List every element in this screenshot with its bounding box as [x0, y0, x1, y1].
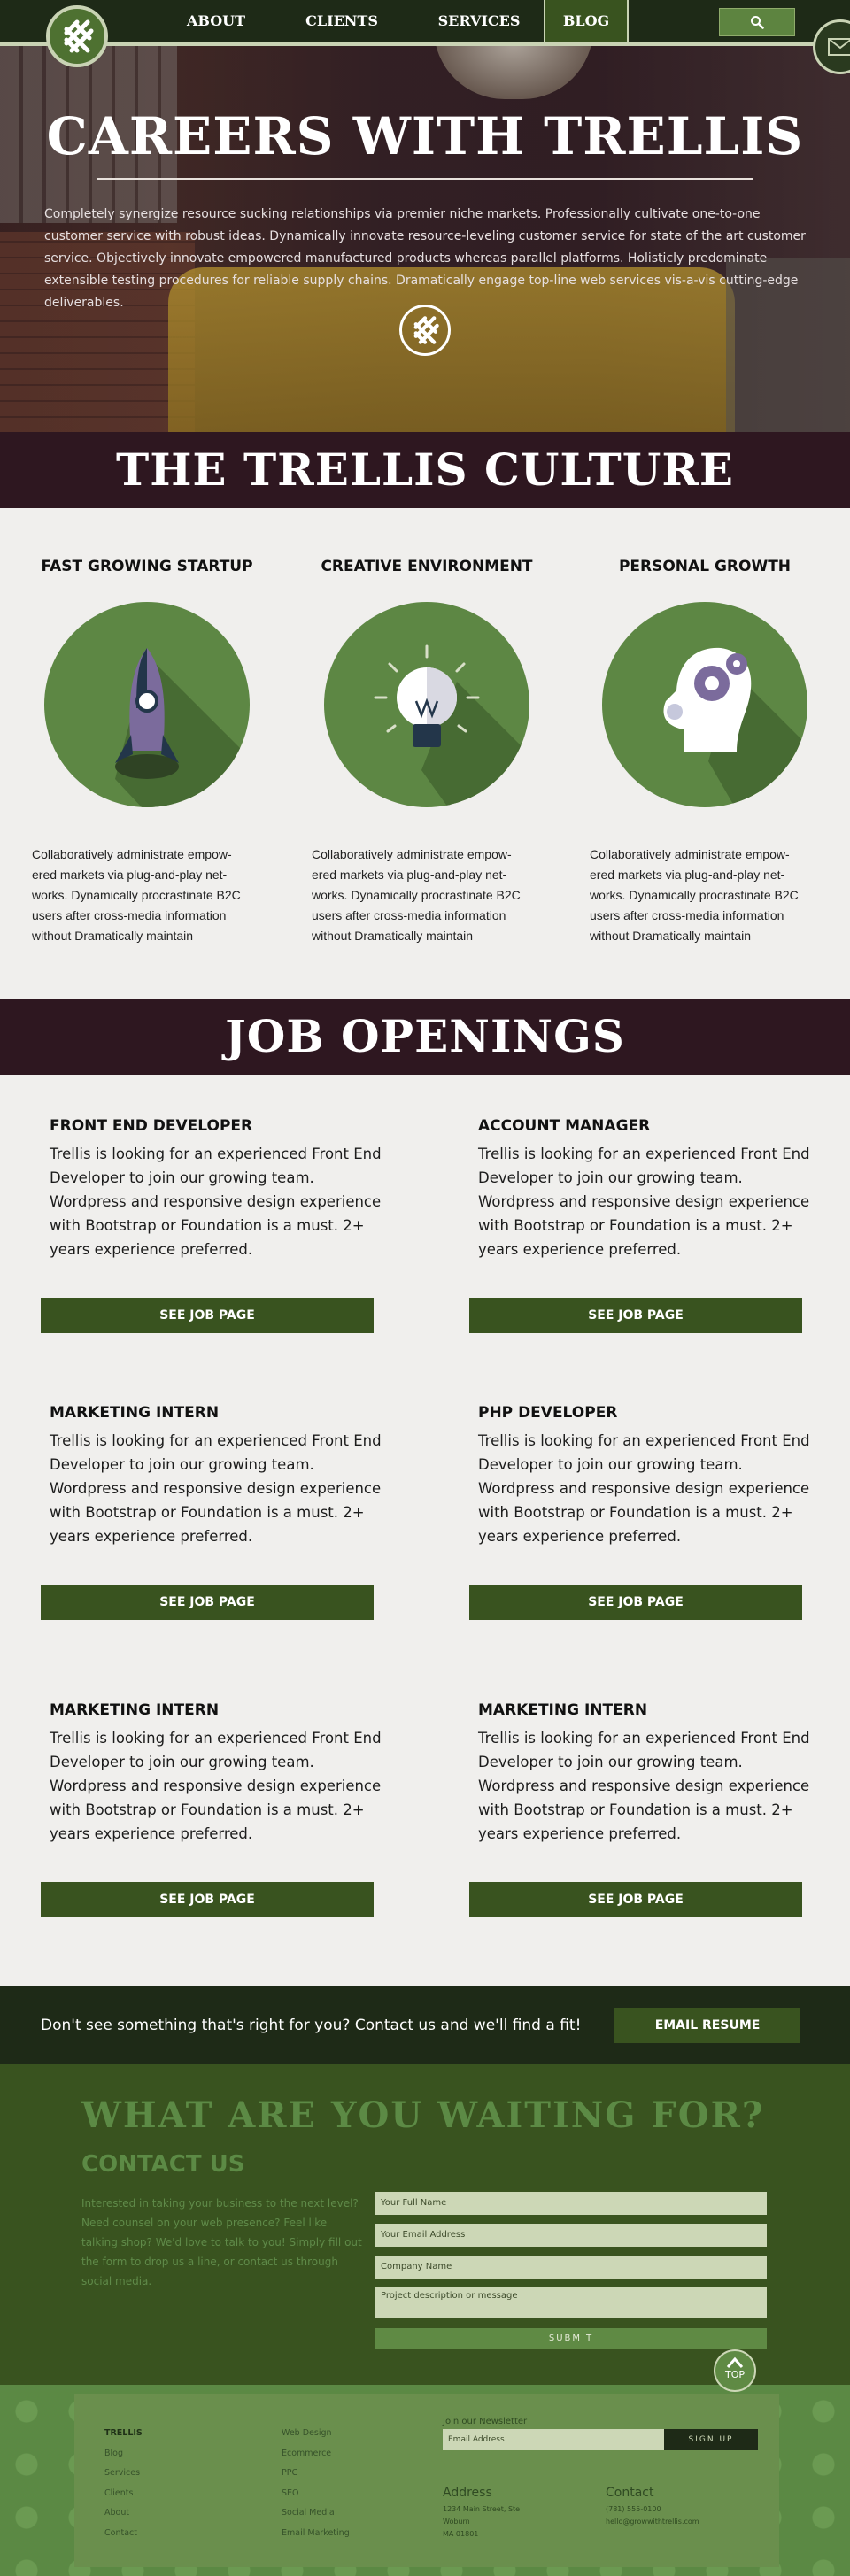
- nav-link-clients[interactable]: CLIENTS: [301, 0, 382, 42]
- nav-link-services[interactable]: SERVICES: [430, 0, 528, 42]
- trellis-logo[interactable]: [46, 5, 108, 67]
- newsletter-email-input[interactable]: Email Address: [443, 2429, 664, 2450]
- address-line: Woburn: [443, 2518, 470, 2526]
- envelope-icon: [828, 38, 850, 56]
- newsletter-signup-button[interactable]: SIGN UP: [664, 2429, 758, 2450]
- contact-email[interactable]: hello@growwithtrellis.com: [606, 2518, 699, 2526]
- footer-nav-list: TRELLIS Blog Services Clients About Cont…: [104, 2424, 143, 2543]
- see-job-page-button[interactable]: SEE JOB PAGE: [469, 1882, 802, 1917]
- full-name-field[interactable]: Your Full Name: [375, 2192, 767, 2215]
- rocket-icon: [115, 648, 250, 807]
- email-resume-button[interactable]: EMAIL RESUME: [614, 2008, 800, 2043]
- top-nav: ABOUT CLIENTS SERVICES BLOG: [0, 0, 850, 74]
- address-heading: Address: [443, 2486, 492, 2500]
- see-job-page-button[interactable]: SEE JOB PAGE: [41, 1585, 374, 1620]
- cta-text: Don't see something that's right for you…: [41, 2017, 582, 2034]
- hero-badge: [399, 305, 451, 356]
- message-field[interactable]: Project description or message: [375, 2287, 767, 2318]
- back-to-top-button[interactable]: TOP: [714, 2349, 756, 2392]
- search-icon: [751, 16, 764, 29]
- footer-link-seo[interactable]: SEO: [282, 2484, 350, 2504]
- footer-panel: TRELLIS Blog Services Clients About Cont…: [74, 2394, 779, 2567]
- job-card: FRONT END DEVELOPER Trellis is looking f…: [41, 1117, 382, 1333]
- address-line: MA 01801: [443, 2530, 479, 2538]
- footer-link-web-design[interactable]: Web Design: [282, 2424, 350, 2444]
- footer-services-list: Web Design Ecommerce PPC SEO Social Medi…: [282, 2424, 350, 2543]
- culture-heading: THE TRELLIS CULTURE: [0, 432, 850, 508]
- hero-divider: [97, 178, 753, 180]
- footer-link-social-media[interactable]: Social Media: [282, 2503, 350, 2524]
- contact-subheading: CONTACT US: [81, 2151, 245, 2178]
- hero-text: Completely synergize resource sucking re…: [44, 207, 806, 310]
- culture-item-circle: [324, 602, 529, 807]
- footer-link-ecommerce[interactable]: Ecommerce: [282, 2444, 350, 2464]
- email-field[interactable]: Your Email Address: [375, 2224, 767, 2247]
- job-description: Trellis is looking for an experienced Fr…: [478, 1730, 810, 1842]
- hero-photo-lamp: [434, 46, 593, 99]
- company-field[interactable]: Company Name: [375, 2256, 767, 2279]
- footer-link-contact[interactable]: Contact: [104, 2524, 143, 2544]
- contact-headline: WHAT ARE YOU WAITING FOR?: [81, 2094, 765, 2136]
- job-title: PHP DEVELOPER: [478, 1404, 618, 1422]
- hero-section: CAREERS WITH TRELLIS Completely synergiz…: [0, 46, 850, 432]
- lightbulb-icon: [374, 644, 529, 807]
- newsletter-label: Join our Newsletter: [443, 2417, 528, 2426]
- hero-title: CAREERS WITH TRELLIS: [46, 106, 804, 166]
- job-title: MARKETING INTERN: [478, 1701, 648, 1719]
- see-job-page-button[interactable]: SEE JOB PAGE: [469, 1585, 802, 1620]
- see-job-page-button[interactable]: SEE JOB PAGE: [469, 1298, 802, 1333]
- job-card: ACCOUNT MANAGER Trellis is looking for a…: [469, 1117, 810, 1333]
- job-card: MARKETING INTERN Trellis is looking for …: [41, 1701, 382, 1917]
- job-card: MARKETING INTERN Trellis is looking for …: [469, 1701, 810, 1917]
- contact-intro: Interested in taking your business to th…: [81, 2197, 362, 2287]
- footer-link-ppc[interactable]: PPC: [282, 2464, 350, 2484]
- culture-item-circle: [44, 602, 250, 807]
- address-line: 1234 Main Street, Ste: [443, 2505, 521, 2513]
- job-card: MARKETING INTERN Trellis is looking for …: [41, 1404, 382, 1620]
- jobs-heading: JOB OPENINGS: [0, 999, 850, 1075]
- back-to-top-label: TOP: [724, 2369, 745, 2380]
- contact-heading: Contact: [606, 2486, 654, 2500]
- footer-link-email-marketing[interactable]: Email Marketing: [282, 2524, 350, 2544]
- contact-phone[interactable]: (781) 555-0100: [606, 2505, 661, 2513]
- job-description: Trellis is looking for an experienced Fr…: [478, 1432, 810, 1545]
- culture-item-title: CREATIVE ENVIRONMENT: [321, 558, 533, 575]
- search-button[interactable]: [719, 8, 795, 36]
- culture-item-circle: [602, 602, 808, 807]
- culture-item-text: Collaboratively administrate empow-ered …: [590, 847, 799, 943]
- job-title: MARKETING INTERN: [50, 1404, 220, 1422]
- footer-link-about[interactable]: About: [104, 2503, 143, 2524]
- trellis-badge-icon: [413, 316, 439, 344]
- job-title: MARKETING INTERN: [50, 1701, 220, 1719]
- culture-item: FAST GROWING STARTUP Collaboratively adm…: [32, 558, 262, 946]
- footer: TRELLIS Blog Services Clients About Cont…: [0, 2385, 850, 2576]
- footer-link-blog[interactable]: Blog: [104, 2444, 143, 2464]
- job-title: FRONT END DEVELOPER: [50, 1117, 253, 1135]
- culture-item: PERSONAL GROWTH Collaboratively administ…: [590, 558, 820, 946]
- head-gears-icon: [663, 647, 808, 807]
- footer-brand: TRELLIS: [104, 2428, 143, 2438]
- cta-strip: Don't see something that's right for you…: [0, 1986, 850, 2064]
- footer-link-services[interactable]: Services: [104, 2464, 143, 2484]
- job-description: Trellis is looking for an experienced Fr…: [50, 1432, 382, 1545]
- culture-item-text: Collaboratively administrate empow-ered …: [32, 847, 241, 943]
- see-job-page-button[interactable]: SEE JOB PAGE: [41, 1882, 374, 1917]
- chevron-up-icon: [726, 2356, 744, 2368]
- submit-button[interactable]: SUBMIT: [375, 2328, 767, 2349]
- culture-item-text: Collaboratively administrate empow-ered …: [312, 847, 521, 943]
- footer-link-clients[interactable]: Clients: [104, 2484, 143, 2504]
- job-description: Trellis is looking for an experienced Fr…: [50, 1730, 382, 1842]
- job-description: Trellis is looking for an experienced Fr…: [478, 1145, 810, 1258]
- trellis-logo-icon: [64, 19, 94, 53]
- see-job-page-button[interactable]: SEE JOB PAGE: [41, 1298, 374, 1333]
- job-card: PHP DEVELOPER Trellis is looking for an …: [469, 1404, 810, 1620]
- culture-item: CREATIVE ENVIRONMENT Collaboratively adm…: [312, 558, 542, 946]
- culture-item-title: FAST GROWING STARTUP: [41, 558, 253, 575]
- culture-item-title: PERSONAL GROWTH: [618, 558, 792, 575]
- nav-link-about[interactable]: ABOUT: [175, 0, 257, 42]
- nav-link-blog[interactable]: BLOG: [544, 0, 629, 42]
- job-title: ACCOUNT MANAGER: [478, 1117, 651, 1135]
- contact-section: WHAT ARE YOU WAITING FOR? CONTACT US Int…: [0, 2064, 850, 2392]
- job-description: Trellis is looking for an experienced Fr…: [50, 1145, 382, 1258]
